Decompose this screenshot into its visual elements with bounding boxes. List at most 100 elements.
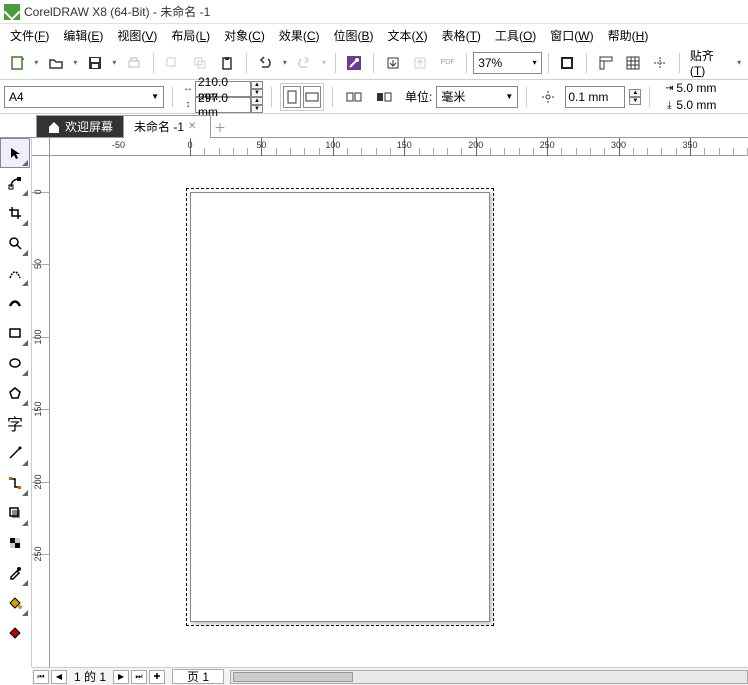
page-navigator: ⏮ ◀ 1 的 1 ▶ ⏭ ✚ 页 1 bbox=[32, 667, 748, 685]
menu-effect[interactable]: 效果(C) bbox=[273, 25, 326, 46]
new-button[interactable] bbox=[4, 50, 29, 76]
chevron-down-icon: ▼ bbox=[151, 92, 159, 101]
landscape-button[interactable] bbox=[303, 86, 321, 108]
page-counter: 1 的 1 bbox=[68, 668, 112, 685]
close-icon[interactable]: ✕ bbox=[188, 121, 200, 133]
ruler-vertical[interactable]: 050100150200250 bbox=[32, 156, 50, 667]
zoom-dropdown-icon[interactable]: ▾ bbox=[533, 58, 537, 67]
menu-bitmap[interactable]: 位图(B) bbox=[328, 25, 380, 46]
snap-dropdown[interactable]: ▾ bbox=[734, 58, 744, 67]
add-tab-button[interactable]: ＋ bbox=[210, 117, 230, 137]
shape-tool[interactable] bbox=[0, 168, 30, 198]
search-content-button[interactable] bbox=[342, 50, 367, 76]
save-dropdown[interactable]: ▾ bbox=[110, 58, 120, 67]
export-button[interactable] bbox=[408, 50, 433, 76]
drop-shadow-tool[interactable] bbox=[0, 498, 30, 528]
horizontal-scrollbar[interactable] bbox=[230, 670, 748, 684]
text-tool[interactable]: 字 bbox=[0, 408, 30, 438]
redo-dropdown[interactable]: ▾ bbox=[319, 58, 329, 67]
height-down[interactable]: ▼ bbox=[251, 105, 263, 113]
menu-table[interactable]: 表格(T) bbox=[436, 25, 487, 46]
menu-layout[interactable]: 布局(L) bbox=[165, 25, 216, 46]
units-select[interactable]: 毫米 ▼ bbox=[436, 86, 518, 108]
smart-fill-tool[interactable] bbox=[0, 618, 30, 648]
menubar: 文件(F) 编辑(E) 视图(V) 布局(L) 对象(C) 效果(C) 位图(B… bbox=[0, 24, 748, 46]
dup-x-value[interactable]: 5.0 mm bbox=[676, 81, 716, 95]
ellipse-tool[interactable] bbox=[0, 348, 30, 378]
transparency-tool[interactable] bbox=[0, 528, 30, 558]
fullscreen-preview-button[interactable] bbox=[555, 50, 580, 76]
eyedropper-tool[interactable] bbox=[0, 558, 30, 588]
document-tabbar: 欢迎屏幕 未命名 -1 ✕ ＋ bbox=[0, 114, 748, 138]
show-guidelines-button[interactable] bbox=[648, 50, 673, 76]
first-page-button[interactable]: ⏮ bbox=[33, 670, 49, 684]
publish-pdf-button[interactable]: PDF bbox=[435, 50, 460, 76]
ruler-horizontal[interactable]: 050100150200250300350-5040 bbox=[50, 138, 748, 156]
paste-button[interactable] bbox=[214, 50, 239, 76]
nudge-down[interactable]: ▼ bbox=[629, 97, 641, 105]
nudge-icon bbox=[535, 84, 561, 110]
height-up[interactable]: ▲ bbox=[251, 97, 263, 105]
parallel-dimension-tool[interactable] bbox=[0, 438, 30, 468]
width-down[interactable]: ▼ bbox=[251, 89, 263, 97]
next-page-button[interactable]: ▶ bbox=[113, 670, 129, 684]
open-button[interactable] bbox=[43, 50, 68, 76]
crop-tool[interactable] bbox=[0, 198, 30, 228]
show-grid-button[interactable] bbox=[620, 50, 645, 76]
cut-button[interactable] bbox=[160, 50, 185, 76]
canvas[interactable]: 050100150200250300350-5040 0501001502002… bbox=[32, 138, 748, 667]
menu-help[interactable]: 帮助(H) bbox=[602, 25, 655, 46]
add-page-button[interactable]: ✚ bbox=[149, 670, 165, 684]
pick-tool[interactable] bbox=[0, 138, 30, 168]
units-label: 单位: bbox=[405, 88, 432, 105]
print-button[interactable] bbox=[121, 50, 146, 76]
zoom-level-input[interactable]: 37% ▾ bbox=[473, 52, 541, 74]
tab-welcome[interactable]: 欢迎屏幕 bbox=[36, 115, 124, 137]
home-icon bbox=[47, 120, 61, 134]
app-logo-icon bbox=[4, 4, 20, 20]
current-page-button[interactable] bbox=[371, 84, 397, 110]
menu-edit[interactable]: 编辑(E) bbox=[57, 25, 109, 46]
polygon-tool[interactable] bbox=[0, 378, 30, 408]
connector-tool[interactable] bbox=[0, 468, 30, 498]
nudge-up[interactable]: ▲ bbox=[629, 89, 641, 97]
width-up[interactable]: ▲ bbox=[251, 81, 263, 89]
artistic-media-tool[interactable] bbox=[0, 288, 30, 318]
undo-dropdown[interactable]: ▾ bbox=[280, 58, 290, 67]
zoom-value: 37% bbox=[478, 56, 502, 70]
interactive-fill-tool[interactable] bbox=[0, 588, 30, 618]
page[interactable] bbox=[190, 192, 490, 622]
scrollbar-thumb[interactable] bbox=[233, 672, 353, 682]
open-dropdown[interactable]: ▾ bbox=[70, 58, 80, 67]
tab-document-1[interactable]: 未命名 -1 ✕ bbox=[123, 115, 211, 137]
new-dropdown[interactable]: ▾ bbox=[31, 58, 41, 67]
menu-file[interactable]: 文件(F) bbox=[4, 25, 55, 46]
all-pages-button[interactable] bbox=[341, 84, 367, 110]
ruler-origin[interactable] bbox=[32, 138, 50, 156]
import-button[interactable] bbox=[380, 50, 405, 76]
snap-to-label[interactable]: 贴齐(T) bbox=[686, 47, 732, 78]
prev-page-button[interactable]: ◀ bbox=[51, 670, 67, 684]
nudge-distance-input[interactable]: 0.1 mm bbox=[565, 86, 625, 108]
menu-tools[interactable]: 工具(O) bbox=[489, 25, 542, 46]
portrait-button[interactable] bbox=[283, 86, 301, 108]
zoom-tool[interactable] bbox=[0, 228, 30, 258]
rectangle-tool[interactable] bbox=[0, 318, 30, 348]
show-rulers-button[interactable] bbox=[593, 50, 618, 76]
menu-object[interactable]: 对象(C) bbox=[218, 25, 271, 46]
copy-button[interactable] bbox=[187, 50, 212, 76]
paper-size-select[interactable]: A4 ▼ bbox=[4, 86, 164, 108]
dup-y-value[interactable]: 5.0 mm bbox=[676, 98, 716, 112]
undo-button[interactable] bbox=[253, 50, 278, 76]
page-tab-1[interactable]: 页 1 bbox=[172, 669, 224, 684]
orientation-group bbox=[280, 83, 324, 111]
freehand-tool[interactable] bbox=[0, 258, 30, 288]
menu-view[interactable]: 视图(V) bbox=[111, 25, 163, 46]
menu-window[interactable]: 窗口(W) bbox=[544, 25, 599, 46]
save-button[interactable] bbox=[82, 50, 107, 76]
redo-button[interactable] bbox=[292, 50, 317, 76]
page-height-input[interactable]: 297.0 mm bbox=[195, 97, 251, 113]
chevron-down-icon: ▼ bbox=[505, 92, 513, 101]
last-page-button[interactable]: ⏭ bbox=[131, 670, 147, 684]
menu-text[interactable]: 文本(X) bbox=[382, 25, 434, 46]
